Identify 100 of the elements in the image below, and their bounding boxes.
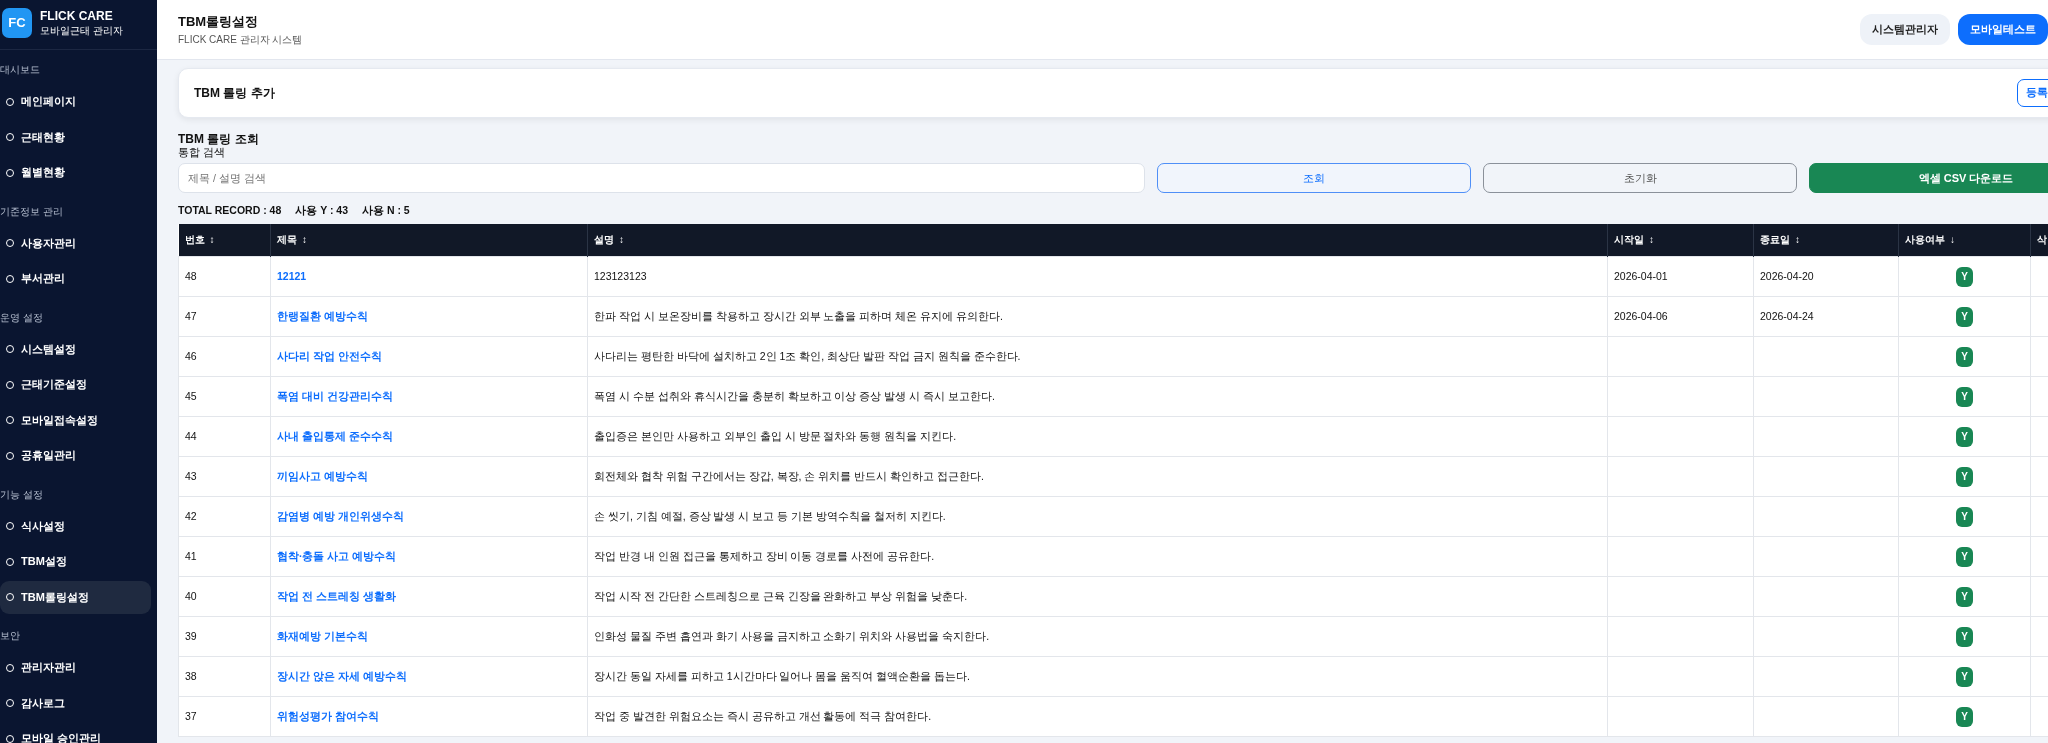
sort-icon[interactable]: ↓ — [1950, 234, 1955, 246]
table-cell: 39 — [185, 629, 197, 642]
table-cell: 2026-04-06 — [1614, 309, 1668, 322]
sidebar-item[interactable]: 메인페이지 — [0, 85, 151, 118]
section-label: 기준정보 관리 — [0, 204, 64, 219]
search-button[interactable]: 조회 — [1157, 163, 1471, 194]
table-cell: 한파 작업 시 보온장비를 착용하고 장시간 외부 노출을 피하며 체온 유지에 유의한다. — [594, 309, 1003, 322]
table-cell: 작업 반경 내 인원 접근을 통제하고 장비 이동 경로를 사전에 공유한다. — [594, 549, 935, 562]
sidebar-item[interactable]: 월별현황 — [0, 156, 151, 189]
page-subtitle: FLICK CARE 관리자 시스템 — [178, 32, 303, 47]
table-cell: 작업 중 발견한 위험요소는 즉시 공유하고 개선 활동에 적극 참여한다. — [594, 709, 932, 722]
status-badge: Y — [1956, 586, 1973, 607]
table-cell: 출입증은 본인만 사용하고 외부인 출입 시 방문 절차와 동행 원칙을 지킨다. — [594, 429, 957, 442]
table-cell: 38 — [185, 669, 197, 682]
table-cell: 48 — [185, 269, 197, 282]
title-link[interactable]: 12121 — [277, 269, 307, 282]
table-cell: 2026-04-20 — [1760, 269, 1814, 282]
title-link[interactable]: 감염병 예방 개인위생수칙 — [277, 509, 404, 522]
table-cell: 손 씻기, 기침 예절, 증상 발생 시 보고 등 기본 방역수칙을 철저히 지킨다. — [594, 509, 946, 522]
table-cell: 회전체와 협착 위험 구간에서는 장갑, 복장, 손 위치를 반드시 확인하고 접근한다. — [594, 469, 984, 482]
table-cell: 43 — [185, 469, 197, 482]
sidebar-item[interactable]: 근태현황 — [0, 120, 151, 154]
title-link[interactable]: 위험성평가 참여수칙 — [277, 709, 379, 722]
status-badge: Y — [1956, 346, 1973, 367]
status-badge: Y — [1956, 426, 1973, 447]
table-cell: 2026-04-24 — [1760, 309, 1814, 322]
sidebar-item[interactable]: 부서관리 — [0, 262, 151, 295]
header-button[interactable]: 모바일테스트 — [1958, 14, 2048, 45]
title-link[interactable]: 화재예방 기본수칙 — [277, 629, 368, 642]
reset-button[interactable]: 초기화 — [1483, 163, 1797, 194]
summary-count: 사용 Y : 43 — [295, 203, 348, 219]
brand-subtitle: 모바일근태 관리자 — [40, 23, 123, 37]
section-title: TBM 롤링 조회 — [178, 132, 260, 147]
status-badge: Y — [1956, 386, 1973, 407]
sidebar-item[interactable]: 근태기준설정 — [0, 368, 151, 401]
table-cell: 41 — [185, 549, 197, 562]
title-link[interactable]: 장시간 앉은 자세 예방수칙 — [277, 669, 407, 682]
section-label: 운영 설정 — [0, 310, 44, 325]
table-cell: 37 — [185, 709, 197, 722]
table-cell: 40 — [185, 589, 197, 602]
sort-icon[interactable]: ↕ — [302, 234, 307, 246]
summary-count: TOTAL RECORD : 48 — [178, 203, 282, 219]
status-badge: Y — [1956, 706, 1973, 727]
table-cell: 45 — [185, 389, 197, 402]
status-badge: Y — [1956, 466, 1973, 487]
sidebar-item[interactable]: 감사로그 — [0, 686, 151, 720]
sidebar-item[interactable]: TBM설정 — [0, 545, 151, 578]
sidebar-item[interactable]: 관리자관리 — [0, 651, 151, 684]
title-link[interactable]: 한랭질환 예방수칙 — [277, 309, 368, 322]
table-cell: 작업 시작 전 간단한 스트레칭으로 근육 긴장을 완화하고 부상 위험을 낮춘다. — [594, 589, 968, 602]
page-title: TBM롤링설정 — [178, 13, 260, 32]
search-label: 통합 검색 — [178, 146, 226, 161]
sidebar-item[interactable]: 사용자관리 — [0, 226, 151, 260]
sort-icon[interactable]: ↕ — [619, 234, 624, 246]
title-link[interactable]: 사다리 작업 안전수칙 — [277, 349, 382, 362]
table-cell: 2026-04-01 — [1614, 269, 1668, 282]
table-cell: 장시간 동일 자세를 피하고 1시간마다 일어나 몸을 움직여 혈액순환을 돕는다. — [594, 669, 970, 682]
title-link[interactable]: 사내 출입통제 준수수칙 — [277, 429, 393, 442]
table-cell: 사다리는 평탄한 바닥에 설치하고 2인 1조 확인, 최상단 발판 작업 금지 원칙을 준수한다. — [594, 349, 1021, 362]
column-header[interactable]: 사용여부 — [1905, 234, 1945, 246]
sidebar-item[interactable]: 시스템설정 — [0, 332, 151, 366]
sort-icon[interactable]: ↕ — [1795, 234, 1800, 246]
table-cell: 폭염 시 수분 섭취와 휴식시간을 충분히 확보하고 이상 증상 발생 시 즉시 보고한다. — [594, 389, 995, 402]
summary-count: 사용 N : 5 — [362, 203, 410, 219]
table-cell: 44 — [185, 429, 197, 442]
section-label: 대시보드 — [0, 63, 41, 77]
status-badge: Y — [1956, 266, 1973, 287]
sidebar-item[interactable]: TBM롤링설정 — [0, 580, 151, 614]
sort-icon[interactable]: ↕ — [209, 234, 215, 246]
title-link[interactable]: 협착·충돌 사고 예방수칙 — [277, 549, 397, 562]
status-badge: Y — [1956, 546, 1973, 567]
column-header[interactable]: 종료일 — [1760, 234, 1790, 246]
sort-icon[interactable]: ↕ — [1649, 234, 1654, 246]
column-header[interactable]: 설명 — [594, 234, 614, 246]
register-button[interactable]: 등록 — [2017, 79, 2048, 107]
section-label: 기능 설정 — [0, 487, 44, 502]
brand-title: FLICK CARE — [40, 9, 114, 24]
column-header[interactable]: 번호 — [184, 234, 205, 246]
status-badge: Y — [1956, 626, 1973, 647]
table-cell: 46 — [185, 349, 197, 362]
column-header[interactable]: 삭 — [2037, 233, 2047, 245]
sidebar-item[interactable]: 식사설정 — [0, 509, 151, 543]
panel-title: TBM 롤링 추가 — [194, 85, 275, 102]
title-link[interactable]: 작업 전 스트레칭 생활화 — [277, 589, 396, 602]
header-button[interactable]: 시스템관리자 — [1860, 14, 1950, 45]
table-cell: 123123123 — [594, 269, 647, 282]
status-badge: Y — [1956, 666, 1973, 687]
download-button[interactable]: 엑셀 CSV 다운로드 — [1809, 163, 2048, 194]
table-cell: 42 — [185, 509, 197, 522]
title-link[interactable]: 폭염 대비 건강관리수칙 — [277, 389, 393, 402]
status-badge: Y — [1956, 506, 1973, 527]
column-header[interactable]: 제목 — [277, 234, 297, 246]
sidebar-item[interactable]: 모바일접속설정 — [0, 403, 151, 437]
section-label: 보안 — [0, 629, 21, 643]
column-header[interactable]: 시작일 — [1614, 234, 1644, 246]
table-cell: 47 — [185, 309, 197, 322]
table-cell: 인화성 물질 주변 흡연과 화기 사용을 금지하고 소화기 위치와 사용법을 숙지한다. — [594, 629, 990, 642]
sidebar-item[interactable]: 공휴일관리 — [0, 439, 151, 472]
search-field[interactable]: 제목 / 설명 검색 — [178, 163, 1145, 194]
title-link[interactable]: 끼임사고 예방수칙 — [277, 469, 368, 482]
